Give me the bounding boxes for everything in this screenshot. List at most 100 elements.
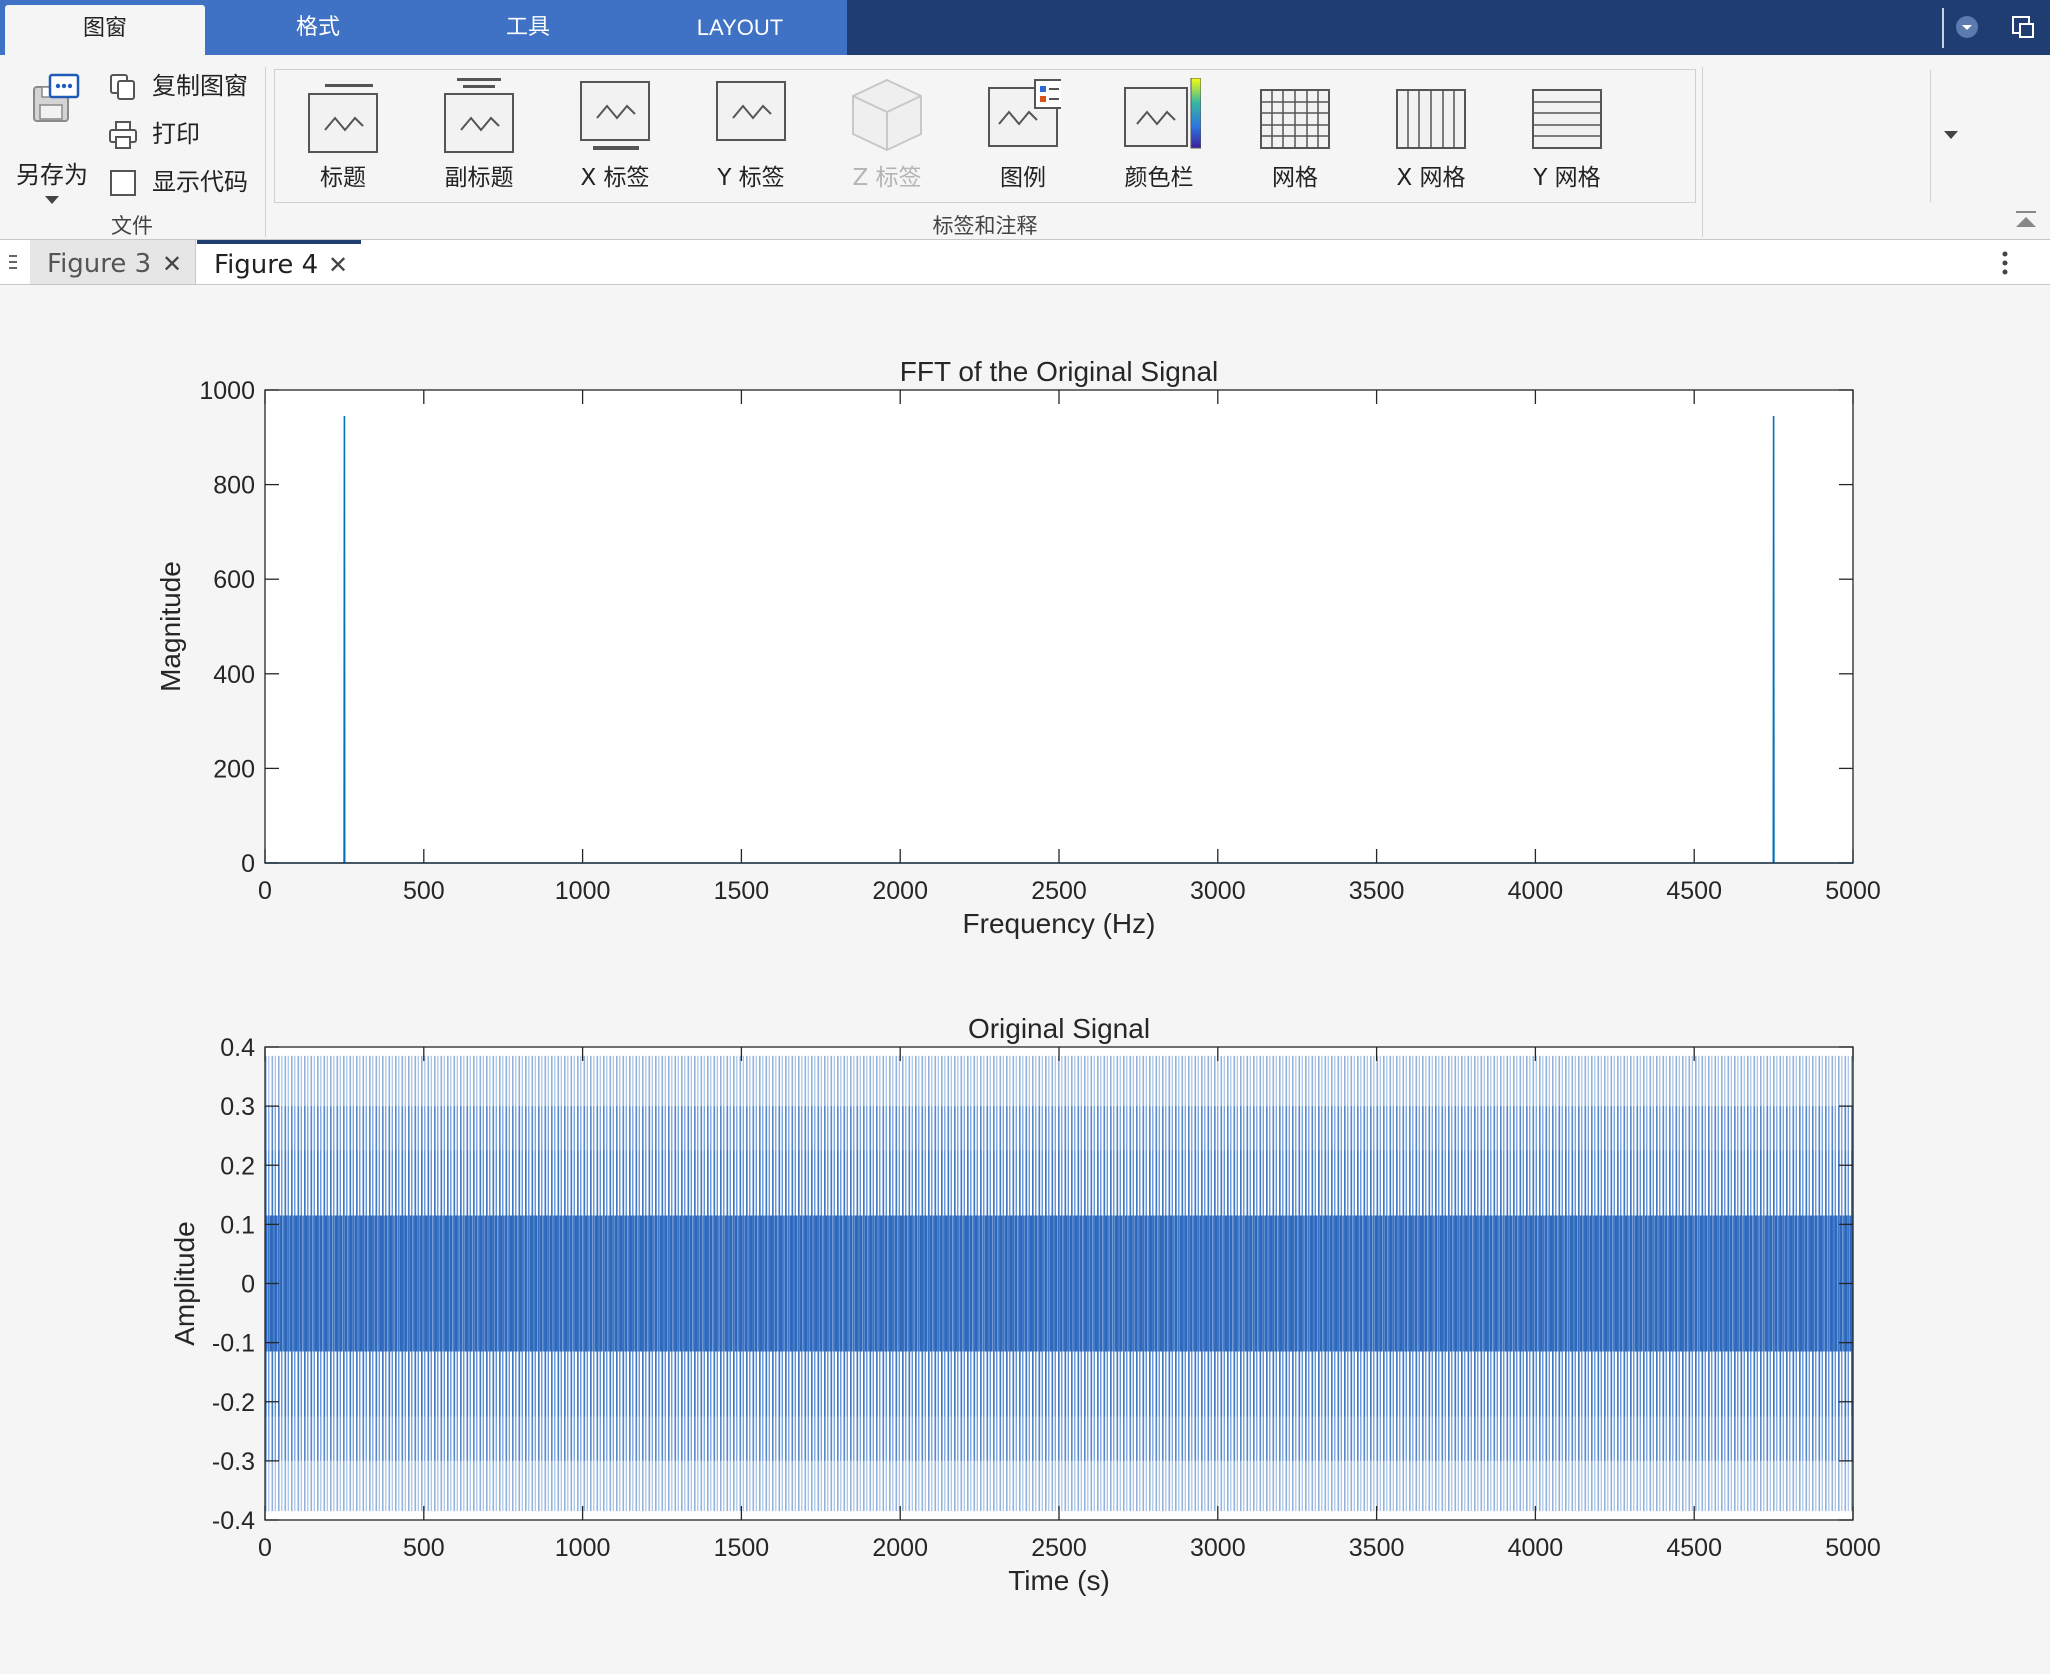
tab-figure-3[interactable]: Figure 3 ✕	[30, 240, 196, 284]
fft-title: FFT of the Original Signal	[900, 356, 1219, 387]
x-tick-label: 1000	[555, 1534, 611, 1562]
close-icon[interactable]: ✕	[328, 244, 348, 286]
more-options-icon[interactable]	[2000, 248, 2010, 278]
fft-x-axis-label: Frequency (Hz)	[963, 908, 1156, 939]
y-tick-label: -0.4	[212, 1507, 255, 1535]
group-divider	[1702, 67, 1703, 237]
signal-series	[265, 1055, 1853, 1512]
signal-title: Original Signal	[968, 1013, 1150, 1044]
x-tick-label: 0	[258, 877, 272, 905]
x-label-button[interactable]: X 标签	[547, 70, 683, 202]
x-grid-label: X 网格	[1396, 165, 1466, 191]
tab-figure[interactable]: 图窗	[5, 5, 205, 55]
y-grid-label: Y 网格	[1533, 165, 1601, 191]
y-tick-label: 0	[241, 1271, 255, 1299]
x-tick-label: 500	[403, 1534, 445, 1562]
checkbox-icon[interactable]	[108, 168, 138, 198]
x-tick-label: 2000	[872, 877, 928, 905]
title-button[interactable]: 标题	[275, 70, 411, 202]
colorbar-label: 颜色栏	[1124, 165, 1194, 191]
x-tick-label: 0	[258, 1534, 272, 1562]
y-tick-label: 800	[213, 472, 255, 500]
legend-label: 图例	[1000, 165, 1046, 191]
printer-icon	[109, 121, 137, 149]
x-tick-label: 4000	[1508, 877, 1564, 905]
file-group-label: 文件	[111, 214, 153, 238]
y-tick-label: 1000	[199, 377, 255, 405]
quick-access-dropdown-icon[interactable]	[1954, 14, 1980, 40]
x-tick-label: 3000	[1190, 1534, 1246, 1562]
x-tick-label: 500	[403, 877, 445, 905]
signal-y-axis-label: Amplitude	[169, 1221, 200, 1346]
collapse-ribbon-icon[interactable]	[2012, 209, 2040, 233]
x-label-label: X 标签	[580, 165, 650, 191]
signal-y-tick-labels: 0.4 0.3 0.2 0.1 0 -0.1 -0.2 -0.3 -0.4	[212, 1034, 255, 1535]
x-tick-label: 5000	[1825, 877, 1881, 905]
z-label-icon	[852, 78, 922, 152]
x-tick-label: 1500	[714, 877, 770, 905]
tab-tools[interactable]: 工具	[428, 0, 628, 55]
ribbon-panel: 另存为 复制图窗 打印 显示代码 文件 标题 副标题 X 标签 Y 标签 Z 标…	[0, 55, 2050, 240]
toolbar-separator	[1942, 8, 1944, 48]
subtitle-label: 副标题	[444, 165, 514, 191]
grid-button[interactable]: 网格	[1227, 70, 1363, 202]
tab-figure-3-label: Figure 3	[47, 249, 152, 279]
y-tick-label: 0.3	[220, 1093, 255, 1121]
colorbar-icon	[1124, 78, 1201, 149]
save-as-button[interactable]: 另存为	[8, 71, 96, 204]
y-label-button[interactable]: Y 标签	[683, 70, 819, 202]
x-tick-label: 3500	[1349, 1534, 1405, 1562]
tab-layout[interactable]: LAYOUT	[640, 0, 840, 55]
tab-figure-4-label: Figure 4	[214, 250, 319, 280]
y-label-label: Y 标签	[717, 165, 785, 191]
gallery-expand-button[interactable]	[1930, 70, 1971, 202]
tab-format[interactable]: 格式	[218, 0, 418, 55]
document-tab-bar: Figure 3 ✕ Figure 4 ✕	[0, 240, 2050, 285]
y-tick-label: 0.4	[220, 1034, 255, 1062]
fft-axes[interactable]: 0 500 1000 1500 2000 2500 3000 3500 4000 4500 5000…	[155, 356, 1881, 939]
tab-figure-4[interactable]: Figure 4 ✕	[197, 240, 361, 284]
y-tick-label: 600	[213, 566, 255, 594]
y-tick-label: -0.3	[212, 1448, 255, 1476]
legend-icon	[988, 79, 1061, 147]
signal-axes[interactable]: 0 500 1000 1500 2000 2500 3000 3500 4000 4500 5000…	[169, 1013, 1881, 1596]
x-tick-label: 4000	[1508, 1534, 1564, 1562]
fft-plot-area[interactable]	[265, 390, 1853, 863]
legend-button[interactable]: 图例	[955, 70, 1091, 202]
y-label-icon	[716, 81, 786, 141]
copy-icon	[110, 74, 135, 100]
x-tick-label: 4500	[1666, 1534, 1722, 1562]
x-tick-label: 1500	[714, 1534, 770, 1562]
y-tick-label: -0.1	[212, 1330, 255, 1358]
labels-gallery: 标题 副标题 X 标签 Y 标签 Z 标签 图例 颜色栏 网格 X 网格 Y 网…	[274, 69, 1958, 203]
title-label: 标题	[320, 165, 366, 191]
signal-x-axis-label: Time (s)	[1008, 1565, 1110, 1596]
undock-window-icon[interactable]	[2010, 14, 2036, 40]
colorbar-button[interactable]: 颜色栏	[1091, 70, 1227, 202]
y-tick-label: 200	[213, 755, 255, 783]
grid-label: 网格	[1272, 165, 1318, 191]
ribbon-tab-strip: 图窗 格式 工具 LAYOUT	[0, 0, 2050, 55]
copy-figure-label: 复制图窗	[152, 72, 248, 100]
print-label: 打印	[152, 120, 200, 148]
y-grid-button[interactable]: Y 网格	[1499, 70, 1635, 202]
x-tick-label: 4500	[1666, 877, 1722, 905]
subtitle-icon	[444, 78, 514, 153]
z-label-button[interactable]: Z 标签	[819, 70, 955, 202]
x-tick-label: 3000	[1190, 877, 1246, 905]
signal-x-tick-labels: 0 500 1000 1500 2000 2500 3000 3500 4000 4500 5000	[258, 1534, 1881, 1562]
close-icon[interactable]: ✕	[162, 240, 182, 288]
save-as-label: 另存为	[16, 161, 88, 189]
x-tick-label: 3500	[1349, 877, 1405, 905]
x-tick-label: 1000	[555, 877, 611, 905]
y-tick-label: -0.2	[212, 1389, 255, 1417]
x-grid-icon	[1396, 89, 1466, 149]
fft-x-tick-labels: 0 500 1000 1500 2000 2500 3000 3500 4000 4500 5000	[258, 877, 1881, 905]
x-label-icon	[580, 81, 650, 150]
x-tick-label: 2500	[1031, 1534, 1087, 1562]
title-icon	[308, 84, 378, 153]
subtitle-button[interactable]: 副标题	[411, 70, 547, 202]
drag-handle-icon[interactable]	[8, 252, 18, 272]
x-grid-button[interactable]: X 网格	[1363, 70, 1499, 202]
fft-y-axis-label: Magnitude	[155, 561, 186, 692]
